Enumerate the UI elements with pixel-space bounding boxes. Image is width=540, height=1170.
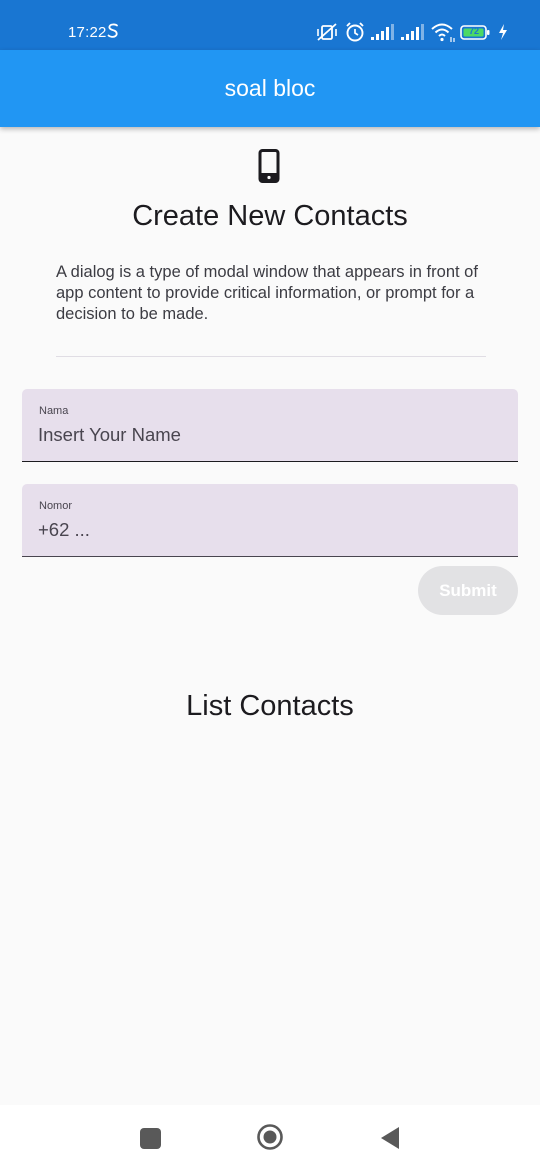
name-input[interactable] <box>38 421 498 449</box>
battery-level: 72 <box>468 26 479 36</box>
s-icon <box>107 23 118 38</box>
name-field[interactable]: Nama <box>22 389 518 462</box>
number-field-label: Nomor <box>39 500 73 512</box>
number-field[interactable]: Nomor <box>22 484 518 557</box>
list-contacts-title: List Contacts <box>186 690 354 722</box>
smartphone-icon <box>258 149 280 183</box>
recent-apps-icon[interactable] <box>140 1128 161 1149</box>
alarm-icon <box>346 22 364 42</box>
divider <box>56 356 486 357</box>
name-field-label: Nama <box>39 405 69 417</box>
status-icons <box>312 20 518 44</box>
app-bar: soal bloc <box>0 50 540 127</box>
app-title: soal bloc <box>224 75 316 101</box>
status-bar: 17:22 72 <box>0 0 540 50</box>
back-icon[interactable] <box>380 1126 400 1150</box>
status-time: 17:22 <box>68 24 107 41</box>
submit-button[interactable]: Submit <box>418 566 518 615</box>
charging-icon <box>499 24 507 40</box>
contact-list <box>0 740 540 1090</box>
wifi-icon <box>431 23 455 42</box>
signal-icon <box>401 24 424 40</box>
navigation-bar <box>0 1105 540 1170</box>
page-title: Create New Contacts <box>132 200 408 232</box>
home-icon[interactable] <box>256 1123 284 1151</box>
description: A dialog is a type of modal window that … <box>56 263 478 323</box>
number-input[interactable] <box>38 516 498 544</box>
signal-icon <box>371 24 394 40</box>
mute-vibrate-icon <box>317 23 337 41</box>
